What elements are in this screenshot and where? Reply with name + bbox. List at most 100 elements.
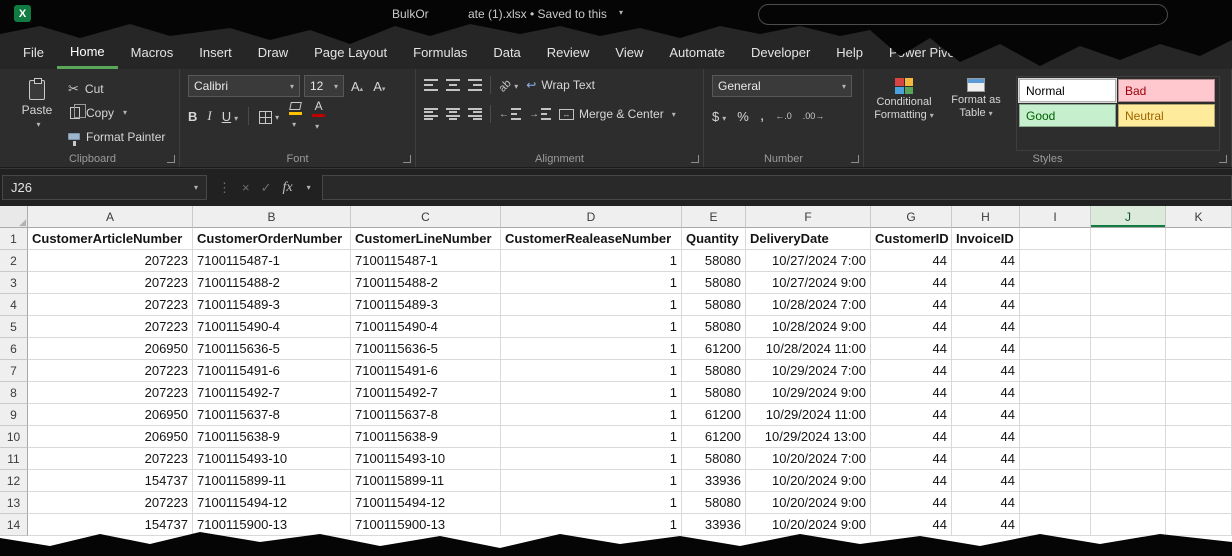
cell-G9[interactable]: 44 — [871, 404, 952, 426]
cell-A14[interactable]: 154737 — [28, 514, 193, 536]
cell-C8[interactable]: 7100115492-7 — [351, 382, 501, 404]
cell-K6[interactable] — [1166, 338, 1232, 360]
cell-E14[interactable]: 33936 — [682, 514, 746, 536]
cell-K5[interactable] — [1166, 316, 1232, 338]
row-header-9[interactable]: 9 — [0, 404, 28, 426]
cell-F11[interactable]: 10/20/2024 7:00 — [746, 448, 871, 470]
cell-E9[interactable]: 61200 — [682, 404, 746, 426]
cell-I14[interactable] — [1020, 514, 1091, 536]
cell-A11[interactable]: 207223 — [28, 448, 193, 470]
font-color-button[interactable]: A — [312, 100, 325, 132]
column-header-B[interactable]: B — [193, 206, 351, 228]
cell-G12[interactable]: 44 — [871, 470, 952, 492]
align-left-icon[interactable] — [424, 108, 438, 120]
tab-file[interactable]: File — [10, 36, 57, 69]
row-header-7[interactable]: 7 — [0, 360, 28, 382]
cell-A12[interactable]: 154737 — [28, 470, 193, 492]
borders-button[interactable] — [259, 108, 279, 123]
cell-D4[interactable]: 1 — [501, 294, 682, 316]
row-header-2[interactable]: 2 — [0, 250, 28, 272]
row-header-14[interactable]: 14 — [0, 514, 28, 536]
cell-G2[interactable]: 44 — [871, 250, 952, 272]
cell-G11[interactable]: 44 — [871, 448, 952, 470]
cell-J4[interactable] — [1091, 294, 1166, 316]
tab-formulas[interactable]: Formulas — [400, 36, 480, 69]
tab-insert[interactable]: Insert — [186, 36, 245, 69]
cell-I3[interactable] — [1020, 272, 1091, 294]
cell-H5[interactable]: 44 — [952, 316, 1020, 338]
orientation-button[interactable]: ab — [499, 76, 518, 94]
cell-K13[interactable] — [1166, 492, 1232, 514]
row-header-12[interactable]: 12 — [0, 470, 28, 492]
cell-J1[interactable] — [1091, 228, 1166, 250]
tab-home[interactable]: Home — [57, 36, 118, 69]
cell-K9[interactable] — [1166, 404, 1232, 426]
row-header-4[interactable]: 4 — [0, 294, 28, 316]
cell-J5[interactable] — [1091, 316, 1166, 338]
cell-F6[interactable]: 10/28/2024 11:00 — [746, 338, 871, 360]
cell-B5[interactable]: 7100115490-4 — [193, 316, 351, 338]
cell-B10[interactable]: 7100115638-9 — [193, 426, 351, 448]
cell-H14[interactable]: 44 — [952, 514, 1020, 536]
column-header-K[interactable]: K — [1166, 206, 1232, 228]
tab-developer[interactable]: Developer — [738, 36, 823, 69]
cell-H10[interactable]: 44 — [952, 426, 1020, 448]
style-neutral[interactable]: Neutral — [1118, 104, 1215, 127]
cell-F8[interactable]: 10/29/2024 9:00 — [746, 382, 871, 404]
cell-E3[interactable]: 58080 — [682, 272, 746, 294]
cell-E4[interactable]: 58080 — [682, 294, 746, 316]
column-header-H[interactable]: H — [952, 206, 1020, 228]
cell-F12[interactable]: 10/20/2024 9:00 — [746, 470, 871, 492]
cell-H12[interactable]: 44 — [952, 470, 1020, 492]
cell-H3[interactable]: 44 — [952, 272, 1020, 294]
number-format-select[interactable]: General — [712, 75, 852, 97]
number-dialog-launcher[interactable] — [851, 155, 859, 163]
cell-E8[interactable]: 58080 — [682, 382, 746, 404]
styles-dialog-launcher[interactable] — [1219, 155, 1227, 163]
cell-A5[interactable]: 207223 — [28, 316, 193, 338]
cell-K7[interactable] — [1166, 360, 1232, 382]
middle-align-icon[interactable] — [446, 79, 460, 91]
cell-B3[interactable]: 7100115488-2 — [193, 272, 351, 294]
cell-G8[interactable]: 44 — [871, 382, 952, 404]
cell-D10[interactable]: 1 — [501, 426, 682, 448]
cell-A6[interactable]: 206950 — [28, 338, 193, 360]
font-size-select[interactable]: 12 — [304, 75, 344, 97]
cell-E6[interactable]: 61200 — [682, 338, 746, 360]
tab-data[interactable]: Data — [480, 36, 533, 69]
cell-F2[interactable]: 10/27/2024 7:00 — [746, 250, 871, 272]
cell-F1[interactable]: DeliveryDate — [746, 228, 871, 250]
tab-review[interactable]: Review — [534, 36, 603, 69]
alignment-dialog-launcher[interactable] — [691, 155, 699, 163]
bold-button[interactable]: B — [188, 109, 197, 124]
cell-B12[interactable]: 7100115899-11 — [193, 470, 351, 492]
column-header-E[interactable]: E — [682, 206, 746, 228]
cell-G7[interactable]: 44 — [871, 360, 952, 382]
cell-K12[interactable] — [1166, 470, 1232, 492]
cell-A2[interactable]: 207223 — [28, 250, 193, 272]
cell-J13[interactable] — [1091, 492, 1166, 514]
cell-G4[interactable]: 44 — [871, 294, 952, 316]
style-good[interactable]: Good — [1019, 104, 1116, 127]
cell-I5[interactable] — [1020, 316, 1091, 338]
wrap-text-button[interactable]: ↩ Wrap Text — [526, 78, 595, 92]
cell-C2[interactable]: 7100115487-1 — [351, 250, 501, 272]
align-right-icon[interactable] — [468, 108, 482, 120]
row-header-3[interactable]: 3 — [0, 272, 28, 294]
cell-I13[interactable] — [1020, 492, 1091, 514]
tab-view[interactable]: View — [602, 36, 656, 69]
cell-F9[interactable]: 10/29/2024 11:00 — [746, 404, 871, 426]
cell-D11[interactable]: 1 — [501, 448, 682, 470]
cell-H2[interactable]: 44 — [952, 250, 1020, 272]
percent-button[interactable]: % — [737, 109, 749, 124]
cell-E11[interactable]: 58080 — [682, 448, 746, 470]
cell-G10[interactable]: 44 — [871, 426, 952, 448]
cell-J8[interactable] — [1091, 382, 1166, 404]
column-header-D[interactable]: D — [501, 206, 682, 228]
decrease-decimal-button[interactable]: .00→ — [803, 111, 825, 121]
cell-I7[interactable] — [1020, 360, 1091, 382]
cell-E5[interactable]: 58080 — [682, 316, 746, 338]
cell-J3[interactable] — [1091, 272, 1166, 294]
confirm-entry-icon[interactable]: ✓ — [261, 180, 272, 196]
cell-C13[interactable]: 7100115494-12 — [351, 492, 501, 514]
